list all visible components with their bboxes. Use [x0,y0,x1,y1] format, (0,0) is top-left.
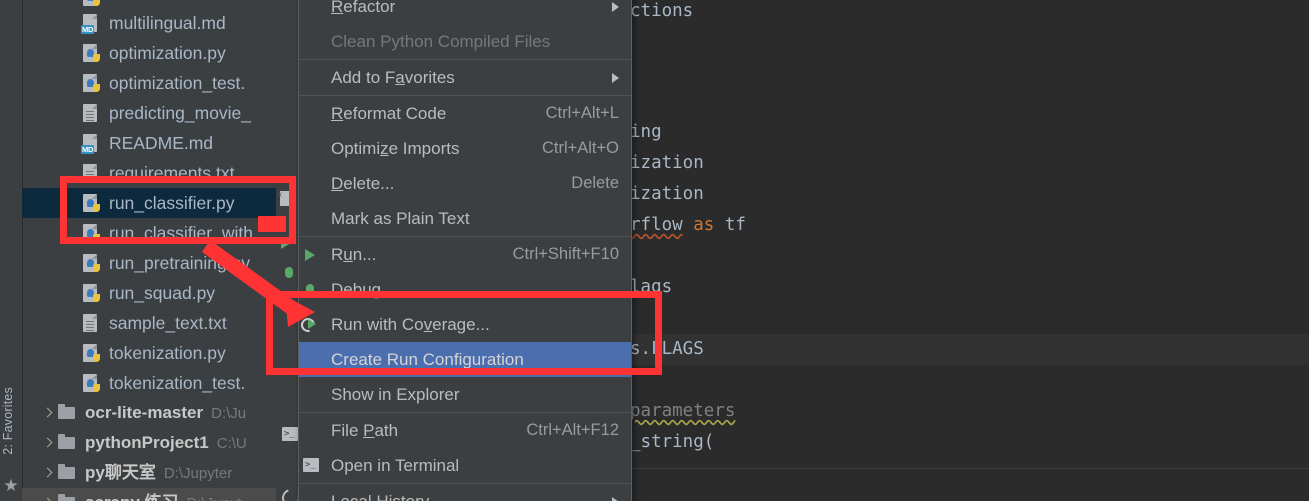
annotation-arrow-layer [202,216,315,327]
red-arrow [202,216,315,327]
ide-window: 2: Favorites ★ MD multilingual.md optimiza… [0,0,1309,501]
